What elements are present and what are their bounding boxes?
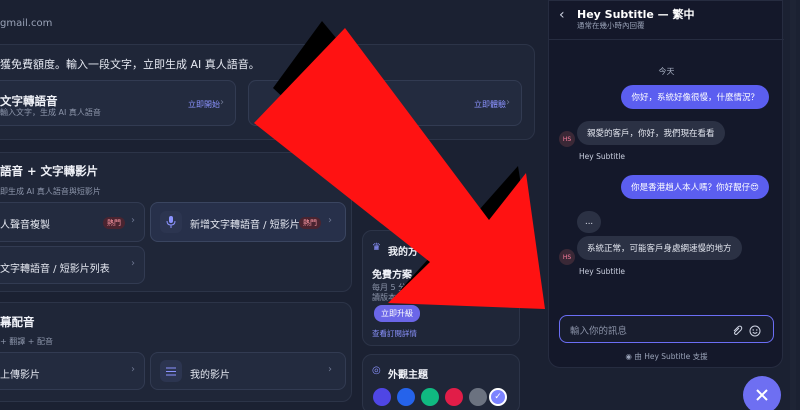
- page-scrollbar[interactable]: [790, 0, 796, 410]
- bot-message: ...: [577, 211, 602, 233]
- message-input[interactable]: 輸入你的訊息: [559, 315, 774, 343]
- date-divider: 今天: [658, 67, 675, 76]
- attachment-icon[interactable]: [731, 322, 743, 341]
- chat-widget: ‹ Hey Subtitle — 繁中 通常在幾小時內回覆 今天 你好，系統好像…: [548, 0, 784, 368]
- user-message: 你好，系統好像很慢，什麼情況？: [621, 85, 769, 109]
- avatar: HS: [559, 131, 575, 147]
- header-divider: [549, 39, 784, 40]
- emoji-icon[interactable]: [749, 322, 761, 341]
- message-input-placeholder: 輸入你的訊息: [570, 326, 628, 337]
- sender-name: Hey Subtitle: [579, 267, 626, 276]
- chat-subtitle: 通常在幾小時內回覆: [577, 21, 645, 30]
- avatar: HS: [559, 249, 575, 265]
- user-message: 你是香港趙人本人嗎？你好靚仔😍: [621, 175, 769, 199]
- bot-message: 系統正常，可能客戶身處網速慢的地方: [577, 236, 742, 260]
- powered-by: ◉ 由 Hey Subtitle 支援: [625, 352, 708, 361]
- back-arrow-icon[interactable]: ‹: [559, 7, 565, 23]
- sender-name: Hey Subtitle: [579, 152, 626, 161]
- bot-message: 親愛的客戶，你好，我們現在看看: [577, 121, 725, 145]
- chat-close-button[interactable]: [743, 376, 781, 410]
- close-icon: [756, 389, 768, 401]
